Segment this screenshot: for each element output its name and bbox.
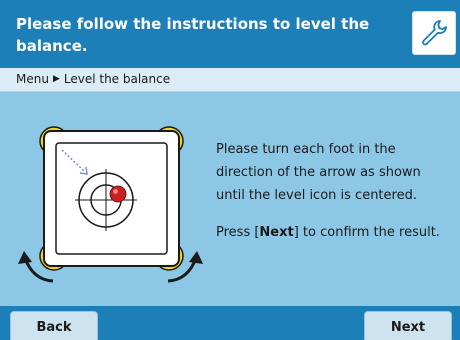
instruction-paragraph-1: Please turn each foot in the direction o… (216, 142, 421, 203)
instruction-key-next: Next (259, 225, 294, 240)
instruction-paragraph-2: Press [Next] to confirm the result. (216, 221, 446, 244)
settings-tool-button[interactable] (412, 11, 456, 55)
level-balance-screen: Please follow the instructions to level … (0, 0, 460, 340)
leveling-diagram (18, 126, 203, 283)
wrench-icon (422, 20, 447, 46)
rotate-arrow-right-head (189, 251, 203, 264)
instruction-suffix: ] to confirm the result. (293, 225, 440, 240)
footer-bar: Back Next (0, 306, 460, 340)
instruction-prefix: Press [ (216, 225, 260, 240)
next-button[interactable]: Next (364, 311, 452, 340)
rotate-arrow-left-head (18, 251, 32, 264)
header-bar: Please follow the instructions to level … (0, 0, 460, 68)
back-button[interactable]: Back (10, 311, 98, 340)
triangle-right-icon: ▶ (52, 74, 60, 84)
level-bubble (109, 185, 127, 203)
breadcrumb-item-menu[interactable]: Menu (16, 68, 49, 91)
level-bubble-highlight (113, 189, 118, 194)
instructions-text: Please turn each foot in the direction o… (216, 138, 446, 244)
page-title: Please follow the instructions to level … (16, 15, 370, 55)
breadcrumb: Menu ▶ Level the balance (0, 68, 460, 92)
breadcrumb-item-level: Level the balance (63, 72, 171, 86)
